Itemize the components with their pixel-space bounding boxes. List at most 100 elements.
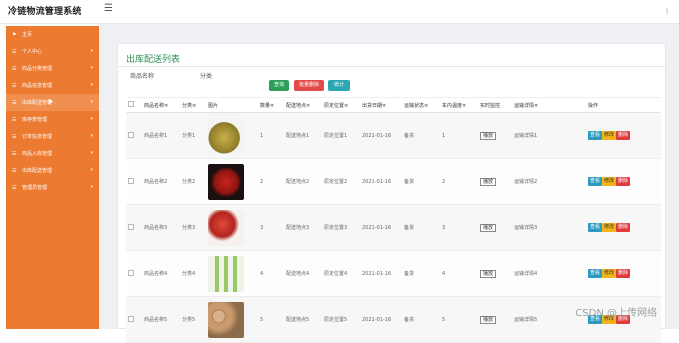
- column-header: 车内温度≑: [440, 98, 478, 113]
- edit-button[interactable]: 修改: [602, 223, 616, 232]
- mouse-cursor-icon: ➤: [47, 97, 54, 106]
- ship-date-cell: 2021-01-16: [360, 113, 402, 159]
- row-checkbox[interactable]: [128, 316, 134, 322]
- chevron-down-icon: ▾: [90, 48, 93, 54]
- stats-button[interactable]: 统计: [328, 80, 350, 91]
- transport-status-cell: 备货: [402, 159, 440, 205]
- image-cell: [206, 251, 258, 297]
- list-icon: ☰: [12, 151, 18, 157]
- temperature-cell: 1: [440, 113, 478, 159]
- table-row: 商品名称1分类11配送地点1原定位置12021-01-16备货1播放运输详情1查…: [126, 113, 661, 159]
- list-icon: ☰: [12, 117, 18, 123]
- hamburger-menu-icon[interactable]: ☰: [104, 3, 113, 14]
- origin-location-cell: 原定位置5: [322, 297, 360, 343]
- play-button[interactable]: 播放: [480, 270, 496, 278]
- row-select-cell[interactable]: [126, 205, 142, 251]
- view-button[interactable]: 查看: [588, 269, 602, 278]
- ship-date-cell: 2021-01-16: [360, 205, 402, 251]
- sidebar-item-label: 个人中心: [22, 48, 42, 55]
- sidebar-item-label: 主页: [22, 31, 32, 38]
- sidebar-item-label: 商品入库管理: [22, 150, 52, 157]
- product-image: [208, 256, 244, 292]
- delete-button[interactable]: 删除: [616, 223, 630, 232]
- table-row: 商品名称3分类33配送地点3原定位置32021-01-16备货3播放运输详情3查…: [126, 205, 661, 251]
- play-button[interactable]: 播放: [480, 132, 496, 140]
- sidebar-item-0[interactable]: ⚑主页: [6, 26, 99, 43]
- monitor-cell: 播放: [478, 113, 512, 159]
- delete-button[interactable]: 删除: [616, 131, 630, 140]
- row-select-cell[interactable]: [126, 297, 142, 343]
- temperature-cell: 4: [440, 251, 478, 297]
- panel-title: 出库配送列表: [126, 52, 180, 65]
- row-select-cell[interactable]: [126, 251, 142, 297]
- row-select-cell[interactable]: [126, 113, 142, 159]
- product-name-filter-label: 商品名称: [130, 71, 154, 80]
- list-icon: ☰: [12, 185, 18, 191]
- sidebar-item-5[interactable]: ☰库存表管理▾: [6, 111, 99, 128]
- chevron-down-icon: ▾: [90, 167, 93, 173]
- actions-cell: 查看修改删除: [586, 205, 661, 251]
- sidebar-item-7[interactable]: ☰商品入库管理▾: [6, 145, 99, 162]
- quantity-cell: 1: [258, 113, 284, 159]
- sidebar-item-1[interactable]: ☰ 个人中心 ▾: [6, 43, 99, 60]
- chevron-down-icon: ▾: [90, 133, 93, 139]
- delete-button[interactable]: 删除: [616, 269, 630, 278]
- play-button[interactable]: 播放: [480, 224, 496, 232]
- list-icon: ☰: [12, 168, 18, 174]
- delivery-place-cell: 配送地点2: [284, 159, 322, 205]
- view-button[interactable]: 查看: [588, 223, 602, 232]
- category-cell: 分类4: [180, 251, 206, 297]
- sidebar-item-3[interactable]: ☰商品信息管理▾: [6, 77, 99, 94]
- transport-status-cell: 备货: [402, 297, 440, 343]
- play-button[interactable]: 播放: [480, 316, 496, 324]
- table-header-row: 商品名称≑分类≑图片数量≑配送地点≑原定位置≑出货日期≑运输状态≑车内温度≑实时…: [126, 98, 661, 113]
- edit-button[interactable]: 修改: [602, 177, 616, 186]
- delivery-place-cell: 配送地点4: [284, 251, 322, 297]
- query-button[interactable]: 查询: [269, 80, 289, 91]
- column-header: 商品名称≑: [142, 98, 180, 113]
- column-header[interactable]: [126, 98, 142, 113]
- origin-location-cell: 原定位置4: [322, 251, 360, 297]
- monitor-cell: 播放: [478, 205, 512, 251]
- sidebar-item-6[interactable]: ☰订单信息管理▾: [6, 128, 99, 145]
- sidebar-item-label: 管理员管理: [22, 184, 47, 191]
- product-name-cell: 商品名称3: [142, 205, 180, 251]
- column-header: 运输状态≑: [402, 98, 440, 113]
- sidebar-item-label: 出库配送管理: [22, 167, 52, 174]
- ship-date-cell: 2021-01-16: [360, 297, 402, 343]
- sidebar-item-label: 商品信息管理: [22, 82, 52, 89]
- chevron-down-icon: ▾: [90, 116, 93, 122]
- bulk-delete-button[interactable]: 批量删除: [294, 80, 324, 91]
- table-row: 商品名称2分类22配送地点2原定位置22021-01-16备货2播放运输详情2查…: [126, 159, 661, 205]
- sidebar-item-8[interactable]: ☰ 出库配送管理 ▾: [6, 162, 99, 179]
- actions-cell: 查看修改删除: [586, 113, 661, 159]
- list-icon: ☰: [12, 134, 18, 140]
- view-button[interactable]: 查看: [588, 177, 602, 186]
- column-header: 数量≑: [258, 98, 284, 113]
- chevron-down-icon: ▾: [90, 184, 93, 190]
- view-button[interactable]: 查看: [588, 131, 602, 140]
- transport-status-cell: 备货: [402, 205, 440, 251]
- transport-status-cell: 备货: [402, 251, 440, 297]
- sidebar-item-9[interactable]: ☰ 管理员管理 ▾: [6, 179, 99, 196]
- delete-button[interactable]: 删除: [616, 177, 630, 186]
- select-all-checkbox[interactable]: [128, 101, 134, 107]
- divider: [118, 66, 667, 67]
- row-select-cell[interactable]: [126, 159, 142, 205]
- row-checkbox[interactable]: [128, 132, 134, 138]
- origin-location-cell: 原定位置1: [322, 113, 360, 159]
- product-name-cell: 商品名称5: [142, 297, 180, 343]
- product-name-cell: 商品名称4: [142, 251, 180, 297]
- play-button[interactable]: 播放: [480, 178, 496, 186]
- row-checkbox[interactable]: [128, 270, 134, 276]
- quantity-cell: 5: [258, 297, 284, 343]
- edit-button[interactable]: 修改: [602, 131, 616, 140]
- user-menu-icon[interactable]: ︱: [663, 6, 671, 17]
- edit-button[interactable]: 修改: [602, 269, 616, 278]
- row-checkbox[interactable]: [128, 178, 134, 184]
- delivery-list-panel: 出库配送列表 商品名称 分类 查询 批量删除 统计 商品名称≑分类≑图片数量≑配…: [117, 43, 666, 329]
- sidebar-item-2[interactable]: ☰商品分类管理▾: [6, 60, 99, 77]
- list-icon: ☰: [12, 49, 18, 55]
- column-header: 分类≑: [180, 98, 206, 113]
- row-checkbox[interactable]: [128, 224, 134, 230]
